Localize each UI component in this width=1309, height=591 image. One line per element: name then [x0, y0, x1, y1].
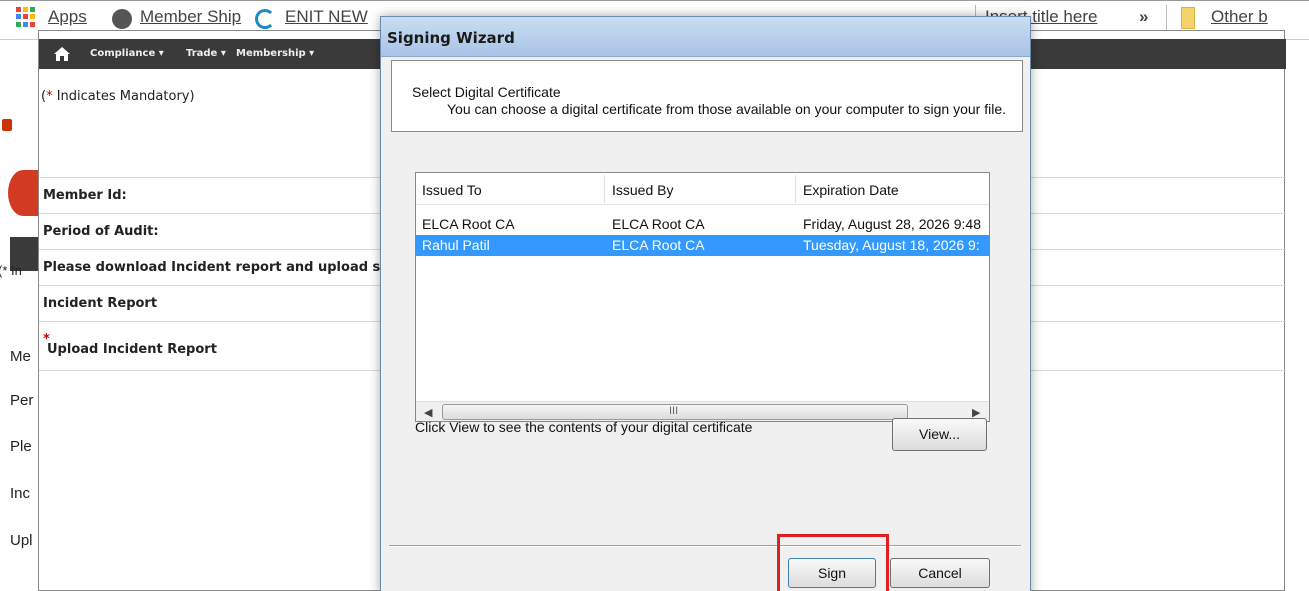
- dialog-title: Signing Wizard: [387, 29, 515, 47]
- cert-issued-to: Rahul Patil: [422, 237, 490, 253]
- certificate-row-selected[interactable]: Rahul Patil ELCA Root CA Tuesday, August…: [416, 235, 989, 256]
- view-hint-text: Click View to see the contents of your d…: [415, 419, 753, 435]
- mandatory-note: (* Indicates Mandatory): [41, 89, 195, 104]
- incident-report-label: Incident Report: [43, 296, 158, 311]
- download-note-label: Please download Incident report and uplo…: [43, 260, 422, 275]
- period-label: Period of Audit:: [43, 224, 159, 239]
- column-divider: [604, 175, 605, 203]
- column-expiration-date[interactable]: Expiration Date: [803, 182, 899, 198]
- bookmark-membership[interactable]: Member Ship: [140, 7, 241, 27]
- cert-issued-to: ELCA Root CA: [422, 216, 515, 232]
- background-row-label: Inc: [10, 485, 31, 502]
- upload-label-text: Upload Incident Report: [47, 342, 217, 357]
- bookmarks-more-chevron[interactable]: »: [1139, 7, 1148, 27]
- certificate-list-header: Issued To Issued By Expiration Date: [416, 173, 989, 205]
- cert-issued-by: ELCA Root CA: [612, 237, 705, 253]
- dialog-titlebar[interactable]: Signing Wizard: [381, 17, 1030, 57]
- background-mandatory-fragment: (* In: [0, 263, 22, 278]
- bookmark-enit[interactable]: ENIT NEW: [285, 7, 368, 27]
- sign-highlight-annotation: [777, 534, 889, 591]
- scrollbar-thumb[interactable]: III: [442, 404, 908, 420]
- column-issued-to[interactable]: Issued To: [422, 182, 482, 198]
- apps-grid-icon: [16, 7, 36, 27]
- dialog-header-title: Select Digital Certificate: [412, 84, 561, 100]
- signing-wizard-dialog: Signing Wizard Select Digital Certificat…: [380, 16, 1031, 591]
- background-row-label: Per: [10, 392, 34, 409]
- bookmark-divider: [1166, 5, 1167, 33]
- column-divider: [795, 175, 796, 203]
- bookmark-apps[interactable]: Apps: [48, 7, 87, 27]
- site-logo-icon: [8, 170, 38, 216]
- nav-membership[interactable]: Membership ▾: [236, 48, 314, 59]
- scroll-grip: III: [669, 405, 679, 417]
- dialog-separator: [389, 545, 1021, 547]
- cert-expiration: Tuesday, August 18, 2026 9:: [803, 237, 980, 253]
- bookmark-other[interactable]: Other b: [1211, 7, 1268, 27]
- background-row-label: Ple: [10, 438, 32, 455]
- background-row-label: Upl: [10, 532, 33, 549]
- background-row-label: Me: [10, 348, 31, 365]
- certificate-row[interactable]: ELCA Root CA ELCA Root CA Friday, August…: [416, 214, 989, 235]
- home-icon[interactable]: [53, 45, 71, 63]
- cert-expiration: Friday, August 28, 2026 9:48: [803, 216, 981, 232]
- enit-logo-icon: [255, 9, 275, 29]
- scroll-left-arrow-icon[interactable]: ◀: [424, 406, 432, 419]
- cancel-button[interactable]: Cancel: [890, 558, 990, 588]
- dialog-header-subtitle: You can choose a digital certificate fro…: [447, 101, 1007, 117]
- tab-favicon-icon: [2, 119, 12, 131]
- folder-icon: [1181, 7, 1195, 29]
- member-id-label: Member Id:: [43, 188, 127, 203]
- nav-compliance[interactable]: Compliance ▾: [90, 48, 164, 59]
- globe-icon: [112, 9, 132, 29]
- upload-label: Upload Incident Report *: [43, 332, 217, 357]
- view-button[interactable]: View...: [892, 418, 987, 451]
- dialog-header-panel: Select Digital Certificate You can choos…: [391, 60, 1023, 132]
- certificate-list[interactable]: Issued To Issued By Expiration Date ELCA…: [415, 172, 990, 422]
- mandatory-text: Indicates Mandatory): [52, 89, 195, 104]
- background-page-strip: (* In Me Per Ple Inc Upl: [0, 40, 40, 591]
- column-issued-by[interactable]: Issued By: [612, 182, 673, 198]
- nav-trade[interactable]: Trade ▾: [186, 48, 226, 59]
- cert-issued-by: ELCA Root CA: [612, 216, 705, 232]
